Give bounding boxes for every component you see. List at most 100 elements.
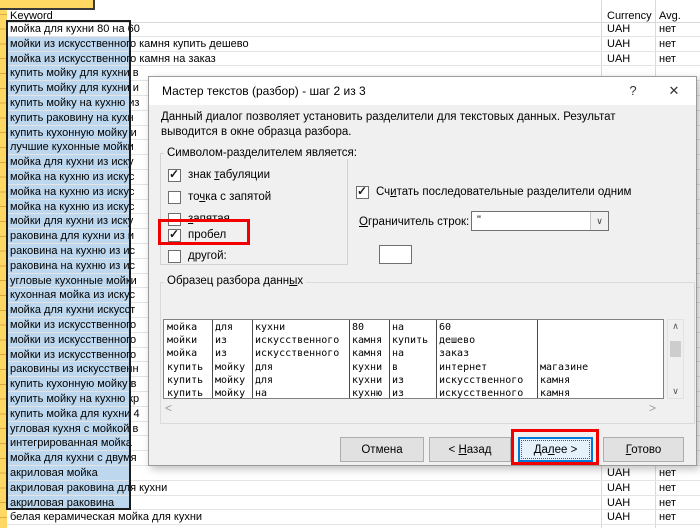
preview-cell: мойку xyxy=(215,361,245,374)
col-header-avg[interactable]: Avg. xyxy=(659,10,681,22)
keyword-cell[interactable]: раковины из искусственн xyxy=(10,362,139,376)
sheet-row[interactable]: мойка из искусственного камня на заказ UA… xyxy=(0,52,700,67)
keyword-cell[interactable]: купить мойку для кухни в xyxy=(10,66,139,80)
qualifier-value: " xyxy=(477,214,481,226)
currency-cell[interactable]: UAH xyxy=(607,37,630,51)
scroll-up-icon[interactable]: ∧ xyxy=(668,320,683,333)
keyword-cell[interactable]: купить мойку для кухни и xyxy=(10,81,139,95)
preview-cell: искусственного xyxy=(439,374,523,387)
checkbox[interactable] xyxy=(168,213,181,226)
checkbox[interactable]: ✓ xyxy=(168,229,181,242)
chevron-down-icon[interactable]: ∨ xyxy=(590,212,608,230)
other-delimiter-input[interactable] xyxy=(379,245,412,264)
keyword-cell[interactable]: раковина на кухню из ис xyxy=(10,259,135,273)
keyword-cell[interactable]: купить кухонную мойку и xyxy=(10,126,137,140)
highlighted-column[interactable] xyxy=(0,0,7,528)
avg-cell[interactable]: нет xyxy=(659,22,676,36)
currency-cell[interactable]: UAH xyxy=(607,466,630,480)
keyword-cell[interactable]: купить мойку на кухню кр xyxy=(10,392,139,406)
keyword-cell[interactable]: мойка на кухню из искус xyxy=(10,170,134,184)
keyword-cell[interactable]: мойки из искусственного xyxy=(10,318,136,332)
highlighted-cell[interactable] xyxy=(0,0,95,10)
sheet-row[interactable]: акриловая мойка UAH нет xyxy=(0,466,700,481)
preview-column-separator xyxy=(212,320,213,398)
preview-cell: в xyxy=(392,361,398,374)
keyword-cell[interactable]: мойка для кухни с двумя xyxy=(10,451,137,465)
keyword-cell[interactable]: акриловая раковина для кухни xyxy=(10,481,167,495)
keyword-cell[interactable]: мойка на кухню из искус xyxy=(10,200,134,214)
preview-cell: кухню xyxy=(352,387,382,399)
currency-cell[interactable]: UAH xyxy=(607,481,630,495)
keyword-cell[interactable]: лучшие кухонные мойки xyxy=(10,140,134,154)
keyword-cell[interactable]: мойка для кухни искусст xyxy=(10,303,135,317)
avg-cell[interactable]: нет xyxy=(659,481,676,495)
keyword-cell[interactable]: раковина на кухню из ис xyxy=(10,244,135,258)
keyword-cell[interactable]: акриловая раковина xyxy=(10,496,114,510)
keyword-cell[interactable]: угловая кухня с мойкой в xyxy=(10,422,138,436)
close-icon[interactable]: ✕ xyxy=(661,77,687,105)
preview-cell: мойка xyxy=(167,347,197,360)
checkbox[interactable] xyxy=(168,250,181,263)
back-button[interactable]: < Назад xyxy=(429,437,511,462)
sheet-row[interactable]: белая керамическая мойка для кухни UAH нет xyxy=(0,510,700,525)
avg-cell[interactable]: нет xyxy=(659,510,676,524)
next-button[interactable]: Далее > xyxy=(518,437,593,462)
checkbox[interactable] xyxy=(168,191,181,204)
keyword-cell[interactable]: мойка для кухни из иску xyxy=(10,155,133,169)
sheet-row[interactable]: мойки из искусственного камня купить деш… xyxy=(0,37,700,52)
scroll-down-icon[interactable]: ∨ xyxy=(668,385,683,398)
preview-cell: мойку xyxy=(215,387,245,399)
keyword-cell[interactable]: купить кухонную мойку в xyxy=(10,377,136,391)
preview-cell: 60 xyxy=(439,321,451,334)
keyword-cell[interactable]: мойки для кухни из иску xyxy=(10,214,133,228)
keyword-cell[interactable]: раковина для кухни из и xyxy=(10,229,134,243)
checkbox[interactable]: ✓ xyxy=(168,169,181,182)
keyword-cell[interactable]: купить раковину на кухн xyxy=(10,111,134,125)
consecutive-checkbox[interactable]: ✓ xyxy=(356,186,369,199)
avg-cell[interactable]: нет xyxy=(659,496,676,510)
keyword-cell[interactable]: мойка для кухни 80 на 60 xyxy=(10,22,140,36)
keyword-cell[interactable]: угловые кухонные мойки xyxy=(10,274,137,288)
cancel-button[interactable]: Отмена xyxy=(340,437,424,462)
keyword-cell[interactable]: мойки из искусственного камня купить деш… xyxy=(10,37,249,51)
keyword-cell[interactable]: акриловая мойка xyxy=(10,466,98,480)
avg-cell[interactable]: нет xyxy=(659,37,676,51)
scroll-right-icon[interactable]: > xyxy=(649,401,656,415)
scroll-left-icon[interactable]: < xyxy=(165,401,172,415)
avg-cell[interactable]: нет xyxy=(659,52,676,66)
sheet-row[interactable]: мойка для кухни 80 на 60 UAH нет xyxy=(0,22,700,37)
help-icon[interactable]: ? xyxy=(621,77,645,105)
preview-cell: для xyxy=(255,374,273,387)
col-header-keyword[interactable]: Keyword xyxy=(10,10,53,22)
dialog-titlebar[interactable]: Мастер текстов (разбор) - шаг 2 из 3 ? ✕ xyxy=(149,77,696,105)
keyword-cell[interactable]: белая керамическая мойка для кухни xyxy=(10,510,202,524)
scroll-thumb[interactable] xyxy=(670,341,681,357)
avg-cell[interactable]: нет xyxy=(659,466,676,480)
keyword-cell[interactable]: кухонная мойка из искус xyxy=(10,288,135,302)
keyword-cell[interactable]: купить мойка для кухни 4 xyxy=(10,407,140,421)
qualifier-combobox[interactable]: " ∨ xyxy=(471,211,609,231)
col-header-currency[interactable]: Currency xyxy=(607,10,652,22)
currency-cell[interactable]: UAH xyxy=(607,52,630,66)
keyword-cell[interactable]: мойка из искусственного камня на заказ xyxy=(10,52,216,66)
preview-cell: камня xyxy=(540,374,570,387)
sheet-row[interactable]: акриловая раковина для кухни UAH нет xyxy=(0,481,700,496)
check-icon: ✓ xyxy=(169,227,179,242)
currency-cell[interactable]: UAH xyxy=(607,496,630,510)
currency-cell[interactable]: UAH xyxy=(607,22,630,36)
keyword-cell[interactable]: интегрированная мойка xyxy=(10,436,132,450)
currency-cell[interactable]: UAH xyxy=(607,510,630,524)
check-icon: ✓ xyxy=(357,184,367,198)
finish-button[interactable]: Готово xyxy=(603,437,684,462)
delimiter-label: запятая xyxy=(188,212,230,227)
keyword-cell[interactable]: купить мойку на кухню из xyxy=(10,96,139,110)
consecutive-label: Считать последовательные разделители одн… xyxy=(376,186,631,198)
keyword-cell[interactable]: мойка на кухню из искус xyxy=(10,185,134,199)
preview-table[interactable]: мойкадлякухни80на60мойкиизискусственного… xyxy=(163,319,664,399)
keyword-cell[interactable]: мойки из искусственного xyxy=(10,348,136,362)
keyword-cell[interactable]: мойки из искусственного xyxy=(10,333,136,347)
preview-cell: интернет xyxy=(439,361,487,374)
qualifier-label: Ограничитель строк: xyxy=(359,216,469,228)
preview-vscrollbar[interactable]: ∧ ∨ xyxy=(667,319,684,399)
sheet-row[interactable]: акриловая раковина UAH нет xyxy=(0,496,700,511)
